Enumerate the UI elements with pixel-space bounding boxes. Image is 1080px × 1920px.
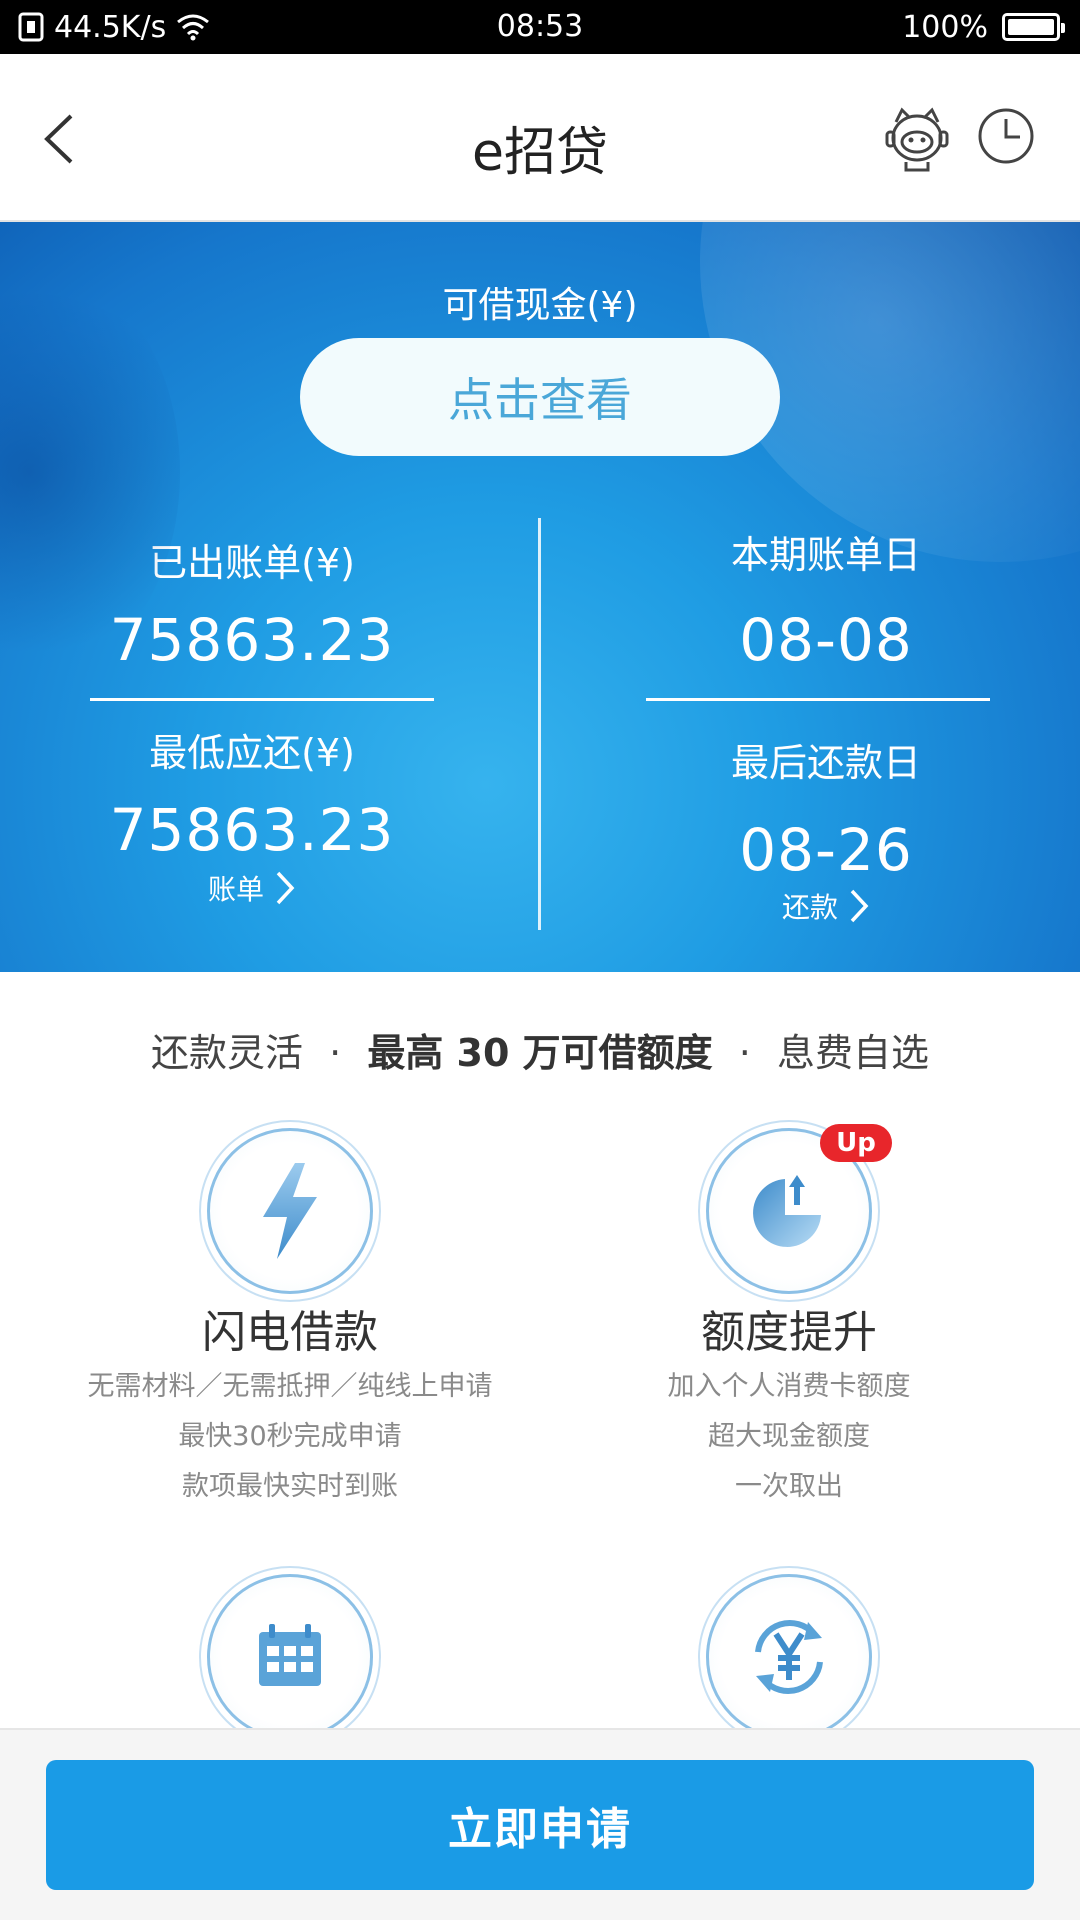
statement-date-label: 本期账单日 [730,533,921,577]
tagline-part2: 最高 30 万可借额度 [367,1031,713,1075]
history-button[interactable] [976,106,1036,166]
calendar-icon [259,1624,321,1686]
battery-icon [1002,13,1065,41]
billed-amount: 75863.23 [109,606,395,674]
apply-now-button[interactable]: 立即申请 [46,1760,1034,1890]
app-header: e招贷 [0,54,1080,222]
battery-percent: 100% [902,9,988,45]
vertical-divider [538,518,541,930]
chevron-right-icon [850,889,869,923]
clock-icon [978,108,1034,164]
bill-link-label: 账单 [207,873,264,906]
statement-date: 08-08 [739,606,913,674]
desc-line: 超大现金额度 [708,1421,870,1452]
left-divider [90,698,434,701]
tagline-sep1: · [329,1031,342,1075]
features-section: 还款灵活 · 最高 30 万可借额度 · 息费自选 闪电借款 无需材料／无需抵押… [0,972,1080,1728]
available-cash-label: 可借现金(¥) [442,285,638,326]
up-badge: Up [820,1124,892,1162]
right-divider [646,698,990,701]
repay-link[interactable]: 还款 [626,886,1026,926]
feature-title-limit-increase: 额度提升 [701,1307,877,1358]
due-date-label: 最后还款日 [730,741,921,785]
repay-link-label: 还款 [781,891,838,924]
lightning-loan-icon-circle [207,1128,373,1294]
desc-line: 加入个人消费卡额度 [667,1371,911,1402]
installment-icon-circle [207,1574,373,1728]
status-bar: 44.5K/s 08:53 100% [0,0,1080,54]
tagline-part1: 还款灵活 [151,1031,304,1075]
pie-chart-up-icon [753,1175,821,1247]
chevron-right-icon [276,871,295,905]
bill-link[interactable]: 账单 [52,868,452,908]
min-due-label: 最低应还(¥) [149,731,355,775]
yuan-cycle-icon [755,1620,823,1694]
tagline: 还款灵活 · 最高 30 万可借额度 · 息费自选 [0,1022,1080,1077]
status-right: 100% [902,0,1065,54]
desc-line: 最快30秒完成申请 [178,1421,402,1452]
bottom-bar: 立即申请 [0,1728,1080,1920]
flexible-repay-icon-circle [706,1574,872,1728]
view-cash-button[interactable]: 点击查看 [300,338,780,456]
desc-line: 款项最快实时到账 [182,1471,398,1502]
tagline-sep2: · [738,1031,751,1075]
feature-title-lightning-loan: 闪电借款 [202,1307,378,1358]
assistant-button[interactable] [882,104,952,174]
desc-line: 无需材料／无需抵押／纯线上申请 [87,1371,493,1402]
min-due-amount: 75863.23 [109,796,395,864]
robot-assistant-icon [885,107,949,172]
feature-desc-lightning-loan: 无需材料／无需抵押／纯线上申请 最快30秒完成申请 款项最快实时到账 [40,1362,540,1512]
feature-desc-limit-increase: 加入个人消费卡额度 超大现金额度 一次取出 [539,1362,1039,1512]
loan-summary-banner: 可借现金(¥) 点击查看 已出账单(¥) 75863.23 最低应还(¥) 75… [0,222,1080,972]
tagline-part3: 息费自选 [776,1031,929,1075]
lightning-icon [263,1163,317,1259]
billed-label: 已出账单(¥) [149,541,355,585]
due-date: 08-26 [739,816,913,884]
desc-line: 一次取出 [735,1471,843,1502]
